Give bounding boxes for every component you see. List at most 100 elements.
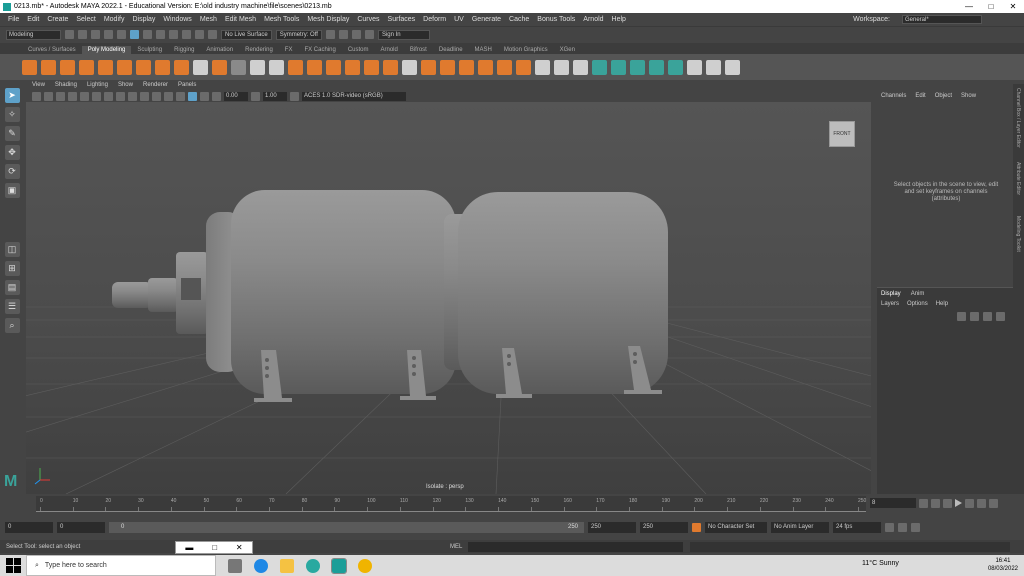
textured-icon[interactable] xyxy=(128,91,137,101)
close-button[interactable]: ✕ xyxy=(1002,0,1024,13)
side-tab-modeling-toolkit[interactable]: Modeling Toolkit xyxy=(1015,216,1021,266)
viewport-menu-shading[interactable]: Shading xyxy=(55,82,77,88)
weather-widget[interactable]: 11°C Sunny xyxy=(862,560,899,567)
menu-display[interactable]: Display xyxy=(132,16,155,23)
connect-icon[interactable] xyxy=(573,59,588,75)
separate-icon[interactable] xyxy=(288,59,303,75)
menu-curves[interactable]: Curves xyxy=(357,16,379,23)
maya-taskbar-icon[interactable] xyxy=(331,557,347,574)
wedge-icon[interactable] xyxy=(497,59,512,75)
unfold-icon[interactable] xyxy=(649,59,664,75)
redo-icon[interactable] xyxy=(117,30,126,39)
sound-icon[interactable] xyxy=(898,522,907,532)
wireframe-icon[interactable] xyxy=(104,91,113,101)
new-layer-selected-icon[interactable] xyxy=(970,312,979,321)
menu-arnold[interactable]: Arnold xyxy=(583,16,603,23)
step-back-key-icon[interactable] xyxy=(931,498,940,508)
select-hierarchy-icon[interactable] xyxy=(130,30,139,39)
shelf-tab-bifrost[interactable]: Bifrost xyxy=(404,46,433,54)
ambient-occlusion-icon[interactable] xyxy=(164,91,173,101)
planar-map-icon[interactable] xyxy=(611,59,626,75)
mirror-icon[interactable] xyxy=(402,59,417,75)
camera-attributes-icon[interactable] xyxy=(32,91,41,101)
smooth-icon[interactable] xyxy=(307,59,322,75)
exposure-field[interactable]: 0.00 xyxy=(224,91,248,101)
uv-editor-icon[interactable] xyxy=(592,59,607,75)
layer-menu-options[interactable]: Options xyxy=(907,301,928,307)
gamma-icon[interactable] xyxy=(251,91,260,101)
shelf-tab-custom[interactable]: Custom xyxy=(342,46,375,54)
end-time-field[interactable]: 250 xyxy=(640,521,688,533)
shelf-tab-rigging[interactable]: Rigging xyxy=(168,46,200,54)
merge-icon[interactable] xyxy=(459,59,474,75)
menu-mesh-tools[interactable]: Mesh Tools xyxy=(264,16,299,23)
menu-cache[interactable]: Cache xyxy=(509,16,529,23)
character-set-dropdown[interactable]: No Character Set xyxy=(705,521,767,533)
target-weld-icon[interactable] xyxy=(554,59,569,75)
menu-uv[interactable]: UV xyxy=(454,16,464,23)
play-icon[interactable] xyxy=(955,499,962,507)
move-up-icon[interactable] xyxy=(983,312,992,321)
zoom-icon[interactable]: ⌕ xyxy=(4,318,20,333)
perspective-viewport[interactable]: FRONT Isolate : persp xyxy=(26,102,871,494)
shelf-tab-xgen[interactable]: XGen xyxy=(554,46,581,54)
extrude-icon[interactable] xyxy=(345,59,360,75)
layer-tab-display[interactable]: Display xyxy=(881,291,901,297)
menu-help[interactable]: Help xyxy=(612,16,626,23)
move-tool-icon[interactable]: ✥ xyxy=(4,145,20,160)
move-down-icon[interactable] xyxy=(996,312,1005,321)
channel-menu-channels[interactable]: Channels xyxy=(881,93,906,99)
channel-menu-object[interactable]: Object xyxy=(935,93,952,99)
snap-curve-icon[interactable] xyxy=(182,30,191,39)
viewport-menu-view[interactable]: View xyxy=(32,82,45,88)
mel-label[interactable]: MEL xyxy=(450,544,462,550)
playback-end-field[interactable]: 250 xyxy=(588,521,636,533)
poly-cylinder-icon[interactable] xyxy=(60,59,75,75)
lights-icon[interactable] xyxy=(140,91,149,101)
shelf-tab-deadline[interactable]: Deadline xyxy=(433,46,469,54)
menu-surfaces[interactable]: Surfaces xyxy=(388,16,416,23)
rotate-tool-icon[interactable]: ⟳ xyxy=(4,164,20,179)
time-ruler[interactable]: 0 10 20 30 40 50 60 70 80 90 100 110 120 130 140 150 160… xyxy=(36,496,866,512)
file-explorer-icon[interactable] xyxy=(280,558,294,573)
popup-close-icon[interactable]: ✕ xyxy=(236,543,243,552)
task-view-icon[interactable] xyxy=(228,558,242,573)
menu-select[interactable]: Select xyxy=(76,16,95,23)
shelf-tab-sculpting[interactable]: Sculpting xyxy=(131,46,168,54)
poke-icon[interactable] xyxy=(478,59,493,75)
popup-maximize-icon[interactable]: □ xyxy=(212,543,217,552)
checker-icon[interactable] xyxy=(687,59,702,75)
smooth-shade-icon[interactable] xyxy=(116,91,125,101)
poly-plane-icon[interactable] xyxy=(98,59,113,75)
view-transform-dropdown[interactable]: ACES 1.0 SDR-video (sRGB) xyxy=(302,91,406,101)
layer-menu-layers[interactable]: Layers xyxy=(881,301,899,307)
symmetry-dropdown[interactable]: Symmetry: Off xyxy=(275,29,322,40)
circularize-icon[interactable] xyxy=(516,59,531,75)
shelf-tab-arnold[interactable]: Arnold xyxy=(375,46,404,54)
bridge-icon[interactable] xyxy=(364,59,379,75)
combine-icon[interactable] xyxy=(269,59,284,75)
minimize-button[interactable]: — xyxy=(958,0,980,13)
color-management-icon[interactable] xyxy=(290,91,299,101)
workspace-dropdown[interactable]: General* xyxy=(902,15,982,24)
uv-shell-icon[interactable] xyxy=(706,59,721,75)
menu-edit[interactable]: Edit xyxy=(27,16,39,23)
select-tool-icon[interactable]: ➤ xyxy=(4,88,20,103)
current-frame-field[interactable]: 8 xyxy=(870,498,916,508)
shelf-tab-rendering[interactable]: Rendering xyxy=(239,46,279,54)
side-tab-attribute-editor[interactable]: Attribute Editor xyxy=(1015,162,1021,212)
new-layer-icon[interactable] xyxy=(957,312,966,321)
append-polygon-icon[interactable] xyxy=(421,59,436,75)
channel-menu-edit[interactable]: Edit xyxy=(915,93,925,99)
step-back-frame-icon[interactable] xyxy=(943,498,952,508)
channel-menu-show[interactable]: Show xyxy=(961,93,976,99)
menu-file[interactable]: File xyxy=(8,16,19,23)
shelf-tab-animation[interactable]: Animation xyxy=(200,46,239,54)
open-scene-icon[interactable] xyxy=(78,30,87,39)
start-time-field[interactable]: 0 xyxy=(5,521,53,533)
side-tab-channel-box-layer-editor[interactable]: Channel Box / Layer Editor xyxy=(1015,88,1021,158)
command-line-input[interactable] xyxy=(468,541,683,552)
menu-mesh-display[interactable]: Mesh Display xyxy=(307,16,349,23)
gamma-field[interactable]: 1.00 xyxy=(263,91,287,101)
playback-start-field[interactable]: 0 xyxy=(57,521,105,533)
